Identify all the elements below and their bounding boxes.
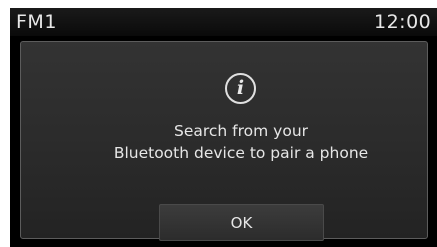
radio-source-label: FM1 (16, 11, 57, 33)
dialog-message-line-2: Bluetooth device to pair a phone (113, 144, 369, 162)
bluetooth-pairing-dialog: i Search from your Bluetooth device to p… (20, 41, 428, 241)
dialog-message: Search from your Bluetooth device to pai… (21, 120, 437, 164)
clock: 12:00 (374, 11, 432, 33)
status-bar: FM1 12:00 (10, 8, 437, 36)
ok-button[interactable]: OK (159, 204, 324, 241)
dialog-message-line-1: Search from your (173, 122, 309, 140)
head-unit-screen: FM1 12:00 i Search from your Bluetooth d… (10, 8, 437, 247)
info-icon: i (225, 73, 256, 104)
